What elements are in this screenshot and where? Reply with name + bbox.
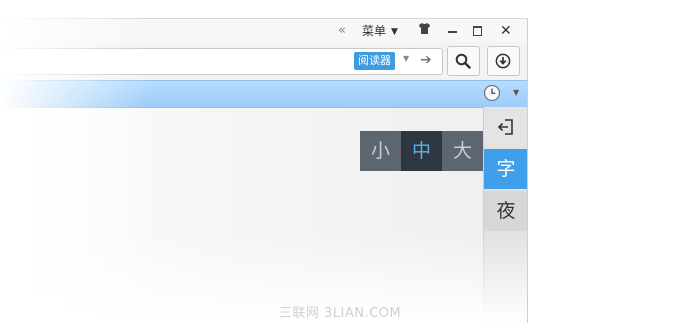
- title-bar: « 菜单 ▼ ✕: [0, 18, 527, 43]
- go-arrow-icon[interactable]: ➔: [420, 52, 432, 68]
- download-icon: [495, 53, 511, 69]
- minimize-button[interactable]: [447, 22, 459, 40]
- maximize-button[interactable]: [472, 22, 484, 40]
- font-size-small-option[interactable]: 小: [360, 131, 401, 171]
- download-button[interactable]: [487, 46, 520, 76]
- shirt-icon[interactable]: [418, 22, 431, 40]
- history-caret-icon[interactable]: ▼: [513, 88, 519, 97]
- menu-caret-icon[interactable]: ▼: [391, 23, 398, 41]
- search-icon: [455, 53, 471, 69]
- reader-side-panel: 字 夜: [483, 107, 527, 323]
- night-mode-button[interactable]: 夜: [484, 191, 527, 231]
- search-button[interactable]: [447, 46, 480, 76]
- maximize-icon: [473, 26, 482, 36]
- exit-reader-button[interactable]: [484, 107, 527, 147]
- close-button[interactable]: ✕: [500, 22, 512, 40]
- watermark: 三联网 3LIAN.COM: [278, 306, 402, 321]
- toolbar: 阅读器 ▼ ➔: [0, 42, 527, 80]
- address-bar[interactable]: 阅读器 ▼ ➔: [0, 48, 443, 75]
- collapse-chevron-icon[interactable]: «: [338, 22, 346, 40]
- font-size-large-option[interactable]: 大: [442, 131, 483, 171]
- reader-mode-button[interactable]: 阅读器: [354, 52, 395, 70]
- menu-button[interactable]: 菜单: [362, 22, 386, 40]
- address-dropdown-icon[interactable]: ▼: [403, 54, 409, 63]
- font-size-medium-option[interactable]: 中: [401, 131, 442, 171]
- bookmark-bar: ▼: [0, 80, 527, 108]
- clock-icon[interactable]: [483, 84, 501, 106]
- font-size-button[interactable]: 字: [484, 149, 527, 189]
- minimize-icon: [448, 31, 457, 33]
- exit-icon: [497, 119, 513, 135]
